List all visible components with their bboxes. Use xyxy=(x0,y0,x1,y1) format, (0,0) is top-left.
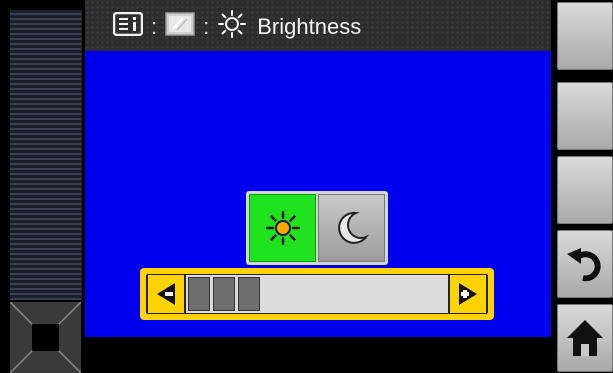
slider-segment xyxy=(213,277,235,311)
back-icon xyxy=(567,248,601,282)
home-button[interactable] xyxy=(557,304,613,372)
slider-segment xyxy=(238,277,260,311)
brightness-icon xyxy=(217,10,247,44)
breadcrumb-separator: : xyxy=(203,14,210,39)
scroll-nav-icon xyxy=(10,302,81,373)
arrow-left-icon xyxy=(157,283,175,305)
mode-toggle xyxy=(246,191,388,265)
scroll-strip[interactable] xyxy=(10,10,82,300)
page-title: Brightness xyxy=(257,14,362,39)
side-button-3[interactable] xyxy=(557,156,613,224)
breadcrumb-separator: : xyxy=(151,14,158,39)
sun-icon xyxy=(265,210,300,246)
day-mode-button[interactable] xyxy=(249,194,316,262)
arrow-right-icon xyxy=(459,283,477,305)
right-panel xyxy=(551,0,613,373)
slider-segment xyxy=(188,277,210,311)
side-button-1[interactable] xyxy=(557,2,613,70)
back-button[interactable] xyxy=(557,230,613,298)
breadcrumb: : : Brightness xyxy=(112,10,362,44)
moon-icon xyxy=(337,211,369,244)
bottom-strip xyxy=(85,337,551,373)
display-icon[interactable] xyxy=(165,12,195,42)
increase-button[interactable] xyxy=(450,275,486,313)
nav-button[interactable] xyxy=(10,302,81,373)
header-bar: : : Brightness xyxy=(85,0,551,51)
decrease-button[interactable] xyxy=(148,275,184,313)
slider-track[interactable] xyxy=(186,275,448,313)
night-mode-button[interactable] xyxy=(318,194,385,262)
home-icon xyxy=(567,320,603,356)
brightness-slider[interactable] xyxy=(140,268,494,320)
left-panel xyxy=(0,0,85,373)
side-button-2[interactable] xyxy=(557,82,613,150)
info-menu-icon[interactable] xyxy=(112,11,144,42)
